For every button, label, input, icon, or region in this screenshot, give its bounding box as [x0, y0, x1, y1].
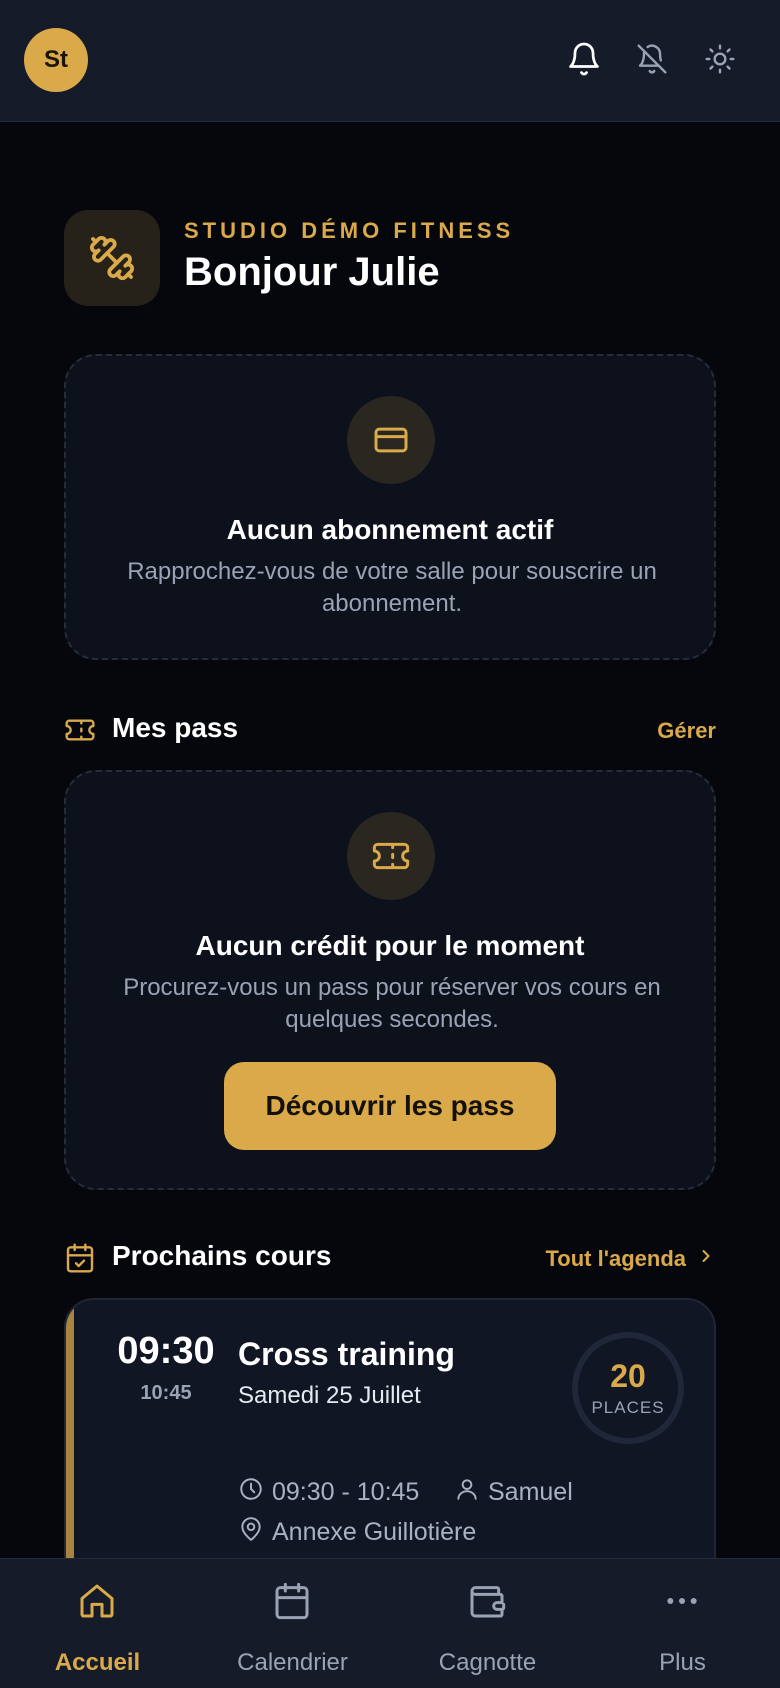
course-end-time: 10:45	[140, 1382, 192, 1404]
nav-label: Cagnotte	[438, 1649, 537, 1676]
course-start-time: 09:30	[117, 1330, 215, 1372]
top-bar: St	[0, 0, 780, 122]
ticket-icon	[347, 812, 435, 900]
course-card[interactable]: 09:30 10:45 Cross training Samedi 25 Jui…	[64, 1298, 716, 1598]
sun-icon[interactable]	[697, 36, 743, 82]
places-count: 20	[610, 1358, 646, 1394]
manage-passes-link[interactable]: Gérer	[657, 718, 716, 744]
passes-section-title: Mes pass	[112, 712, 239, 743]
nav-item-accueil[interactable]: Accueil	[0, 1559, 195, 1688]
map-pin-icon	[238, 1516, 264, 1549]
more-icon	[662, 1581, 702, 1621]
subscription-text: Rapprochez-vous de votre salle pour sous…	[127, 558, 657, 617]
course-location-text: Annexe Guillotière	[272, 1518, 477, 1546]
places-badge: 20 PLACES	[572, 1332, 684, 1444]
course-time-range: 09:30 - 10:45	[238, 1476, 419, 1509]
clock-icon	[238, 1476, 264, 1509]
calendar-check-icon	[64, 1242, 96, 1274]
home-icon	[77, 1581, 117, 1621]
dumbbell-icon	[64, 210, 160, 306]
course-accent-bar	[66, 1300, 74, 1596]
full-agenda-link[interactable]: Tout l'agenda	[546, 1246, 717, 1272]
nav-label: Accueil	[54, 1649, 141, 1676]
avatar[interactable]: St	[24, 28, 88, 92]
places-label: PLACES	[591, 1398, 665, 1417]
nav-item-cagnotte[interactable]: Cagnotte	[390, 1559, 585, 1688]
calendar-icon	[272, 1581, 312, 1621]
manage-passes-label: Gérer	[657, 718, 716, 743]
app-screen: St STUDIO DÉMO FITNESS Bonjour Julie Auc…	[0, 0, 780, 1688]
chevron-right-icon	[696, 1246, 716, 1272]
courses-section-header: Prochains cours Tout l'agenda	[64, 1238, 716, 1278]
subscription-empty-card: Aucun abonnement actif Rapprochez-vous d…	[64, 354, 716, 660]
courses-section-title: Prochains cours	[112, 1240, 332, 1271]
bell-icon[interactable]	[561, 36, 607, 82]
passes-section-header: Mes pass Gérer	[64, 710, 716, 750]
nav-label: Calendrier	[237, 1649, 348, 1676]
passes-empty-card: Aucun crédit pour le moment Procurez-vou…	[64, 770, 716, 1190]
studio-name: STUDIO DÉMO FITNESS	[184, 218, 515, 243]
passes-empty-text: Procurez-vous un pass pour réserver vos …	[123, 974, 661, 1033]
subscription-title: Aucun abonnement actif	[226, 514, 554, 545]
course-date: Samedi 25 Juillet	[238, 1382, 421, 1409]
nav-item-calendrier[interactable]: Calendrier	[195, 1559, 390, 1688]
nav-item-plus[interactable]: Plus	[585, 1559, 780, 1688]
bottom-nav: Accueil Calendrier Cagnotte Plus	[0, 1558, 780, 1688]
course-title: Cross training	[238, 1336, 455, 1372]
course-coach: Samuel	[454, 1476, 573, 1509]
ticket-icon	[64, 714, 96, 746]
course-coach-name: Samuel	[488, 1478, 573, 1506]
course-time-range-text: 09:30 - 10:45	[272, 1478, 420, 1506]
course-location: Annexe Guillotière	[238, 1516, 476, 1549]
page-title: Bonjour Julie	[184, 250, 440, 294]
wallet-icon	[467, 1581, 507, 1621]
credit-card-icon	[347, 396, 435, 484]
nav-label: Plus	[659, 1649, 706, 1676]
user-icon	[454, 1476, 480, 1509]
bell-off-icon[interactable]	[629, 36, 675, 82]
full-agenda-label: Tout l'agenda	[545, 1246, 687, 1271]
discover-passes-button[interactable]: Découvrir les pass	[224, 1062, 556, 1150]
passes-empty-title: Aucun crédit pour le moment	[195, 930, 585, 961]
